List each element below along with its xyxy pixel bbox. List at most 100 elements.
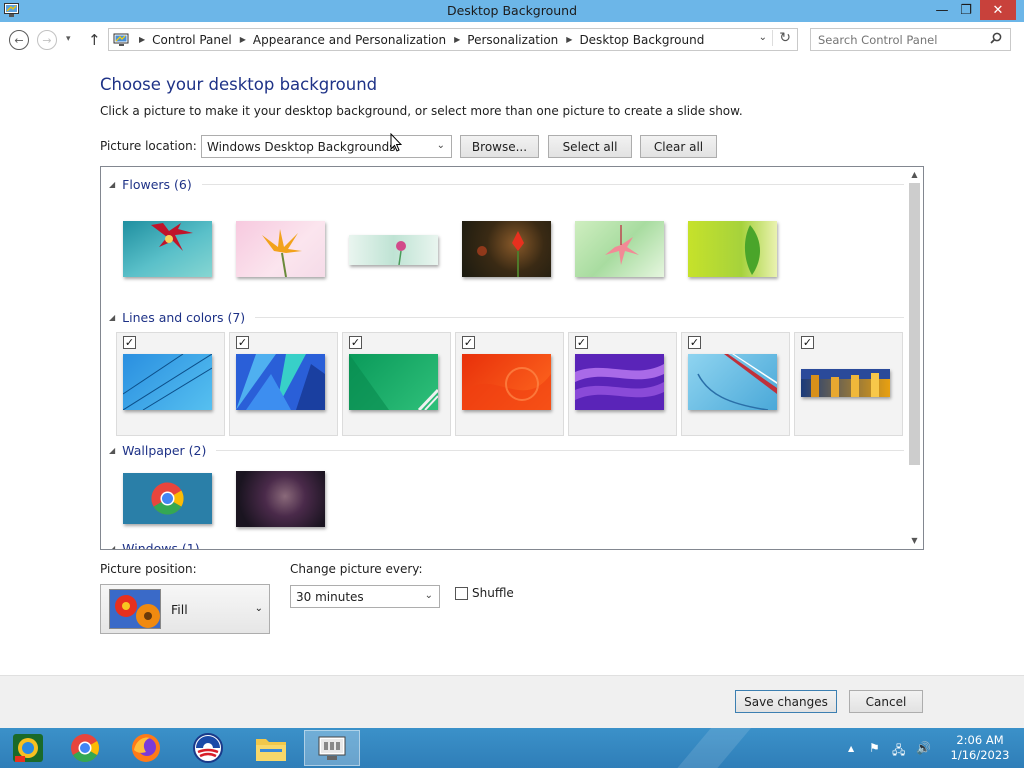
breadcrumb-separator-icon[interactable]: ▶ xyxy=(566,35,572,44)
chrome-logo-image xyxy=(123,473,212,524)
checkbox-checked[interactable]: ✓ xyxy=(801,336,814,349)
collapse-triangle-icon[interactable]: ◢ xyxy=(109,180,115,189)
page-instructions: Click a picture to make it your desktop … xyxy=(100,104,743,118)
picture-location-select[interactable]: Windows Desktop Backgrounds ⌄ xyxy=(201,135,452,158)
wallpaper-thumbnail-selected[interactable]: ✓ xyxy=(794,332,903,436)
file-explorer-icon[interactable] xyxy=(243,730,299,766)
network-icon[interactable]: 🖧 xyxy=(892,741,905,762)
picture-position-value: Fill xyxy=(171,602,188,617)
rdp-manager-icon[interactable] xyxy=(0,730,56,766)
group-header-lines-and-colors[interactable]: ◢ Lines and colors (7) xyxy=(109,310,904,325)
checkbox-checked[interactable]: ✓ xyxy=(688,336,701,349)
checkbox-checked[interactable]: ✓ xyxy=(575,336,588,349)
wallpaper-thumbnail-selected[interactable]: ✓ xyxy=(568,332,677,436)
action-center-flag-icon[interactable]: ⚑ xyxy=(869,741,880,755)
search-input[interactable] xyxy=(811,29,981,50)
collapse-triangle-icon[interactable]: ◢ xyxy=(109,446,115,455)
taskbar-decoration xyxy=(660,728,760,768)
up-button[interactable]: ↑ xyxy=(88,31,101,49)
address-bar[interactable]: ▶ Control Panel ▶ Appearance and Persona… xyxy=(108,28,798,51)
group-title: Windows (1) xyxy=(122,541,200,550)
close-button[interactable]: ✕ xyxy=(980,0,1016,20)
group-header-wallpaper[interactable]: ◢ Wallpaper (2) xyxy=(109,443,904,458)
save-changes-button[interactable]: Save changes xyxy=(735,690,837,713)
navigation-bar: ← → ▾ ↑ ▶ Control Panel ▶ Appearance and… xyxy=(0,22,1024,58)
blue-fan-image xyxy=(236,354,325,410)
gallery-scrollbar[interactable]: ▲ ▼ xyxy=(906,167,923,549)
chrome-icon[interactable] xyxy=(57,730,113,766)
flower-orange-pink-image xyxy=(236,221,325,277)
checkbox-checked[interactable]: ✓ xyxy=(349,336,362,349)
select-all-button[interactable]: Select all xyxy=(548,135,632,158)
wallpaper-thumbnail-selected[interactable]: ✓ xyxy=(229,332,338,436)
light-blue-curves-image xyxy=(688,354,777,410)
checkbox-checked[interactable]: ✓ xyxy=(123,336,136,349)
search-box[interactable] xyxy=(810,28,1011,51)
blue-lines-image xyxy=(123,354,212,410)
wallpaper-thumbnail[interactable] xyxy=(118,211,227,315)
volume-icon[interactable]: 🔊 xyxy=(916,741,931,755)
search-icon[interactable] xyxy=(990,32,1002,48)
clock-date: 1/16/2023 xyxy=(950,748,1010,762)
group-divider xyxy=(216,450,904,451)
collapse-triangle-icon[interactable]: ◢ xyxy=(109,313,115,322)
firefox-icon[interactable] xyxy=(118,730,174,766)
clock-time: 2:06 AM xyxy=(956,733,1004,747)
checkbox-checked[interactable]: ✓ xyxy=(462,336,475,349)
scroll-thumb[interactable] xyxy=(909,183,920,465)
wallpaper-thumbnail[interactable] xyxy=(231,211,340,315)
scroll-down-icon[interactable]: ▼ xyxy=(906,533,923,549)
breadcrumb-appearance[interactable]: Appearance and Personalization xyxy=(253,33,446,47)
group-header-windows[interactable]: ◢ Windows (1) xyxy=(109,541,904,550)
breadcrumb-separator-icon[interactable]: ▶ xyxy=(139,35,145,44)
picture-position-select[interactable]: Fill ⌄ xyxy=(100,584,270,634)
minimize-button[interactable]: — xyxy=(930,0,954,20)
system-clock[interactable]: 2:06 AM 1/16/2023 xyxy=(940,733,1020,763)
collapse-triangle-icon[interactable]: ◢ xyxy=(109,544,115,549)
wallpaper-thumbnail[interactable] xyxy=(118,463,227,549)
group-divider xyxy=(255,317,904,318)
group-divider xyxy=(201,184,904,185)
wallpaper-thumbnail[interactable] xyxy=(231,461,340,549)
checkbox-unchecked[interactable] xyxy=(455,586,468,600)
address-dropdown-icon[interactable]: ⌄ xyxy=(759,32,767,43)
breadcrumb-separator-icon[interactable]: ▶ xyxy=(454,35,460,44)
wallpaper-thumbnail[interactable] xyxy=(683,211,792,315)
breadcrumb-desktop-background[interactable]: Desktop Background xyxy=(579,33,704,47)
interval-value: 30 minutes xyxy=(296,589,364,604)
change-picture-interval-select[interactable]: 30 minutes ⌄ xyxy=(290,585,440,608)
group-header-flowers[interactable]: ◢ Flowers (6) xyxy=(109,177,904,192)
group-title: Lines and colors (7) xyxy=(122,310,246,325)
flower-pink-small-image xyxy=(349,235,438,265)
recent-locations-dropdown[interactable]: ▾ xyxy=(66,34,71,44)
wallpaper-thumbnail[interactable] xyxy=(344,211,453,315)
page-title: Choose your desktop background xyxy=(100,75,378,94)
dark-abstract-image xyxy=(236,471,325,527)
forward-button[interactable]: → xyxy=(37,30,57,50)
shuffle-checkbox[interactable]: Shuffle xyxy=(455,586,514,600)
maximize-button[interactable]: ❐ xyxy=(954,0,978,20)
wallpaper-thumbnail[interactable] xyxy=(570,211,679,315)
taskbar: ▲ ⚑ 🖧 🔊 2:06 AM 1/16/2023 xyxy=(0,728,1024,768)
scroll-up-icon[interactable]: ▲ xyxy=(906,167,923,183)
refresh-icon[interactable]: ↻ xyxy=(772,30,791,46)
browse-button[interactable]: Browse... xyxy=(460,135,539,158)
wallpaper-thumbnail-selected[interactable]: ✓ xyxy=(342,332,451,436)
checkbox-checked[interactable]: ✓ xyxy=(236,336,249,349)
clear-all-button[interactable]: Clear all xyxy=(640,135,717,158)
obama-logo-icon[interactable] xyxy=(180,730,236,766)
change-picture-label: Change picture every: xyxy=(290,562,423,576)
breadcrumb-personalization[interactable]: Personalization xyxy=(467,33,558,47)
group-title: Wallpaper (2) xyxy=(122,443,207,458)
wallpaper-thumbnail-selected[interactable]: ✓ xyxy=(116,332,225,436)
breadcrumb-separator-icon[interactable]: ▶ xyxy=(240,35,246,44)
show-hidden-icons-icon[interactable]: ▲ xyxy=(848,744,854,753)
control-panel-icon[interactable] xyxy=(304,730,360,766)
breadcrumb-control-panel[interactable]: Control Panel xyxy=(152,33,232,47)
cancel-button[interactable]: Cancel xyxy=(849,690,923,713)
wallpaper-thumbnail-selected[interactable]: ✓ xyxy=(455,332,564,436)
green-leaf-image xyxy=(688,221,777,277)
wallpaper-thumbnail-selected[interactable]: ✓ xyxy=(681,332,790,436)
wallpaper-thumbnail[interactable] xyxy=(457,211,566,315)
back-button[interactable]: ← xyxy=(9,30,29,50)
